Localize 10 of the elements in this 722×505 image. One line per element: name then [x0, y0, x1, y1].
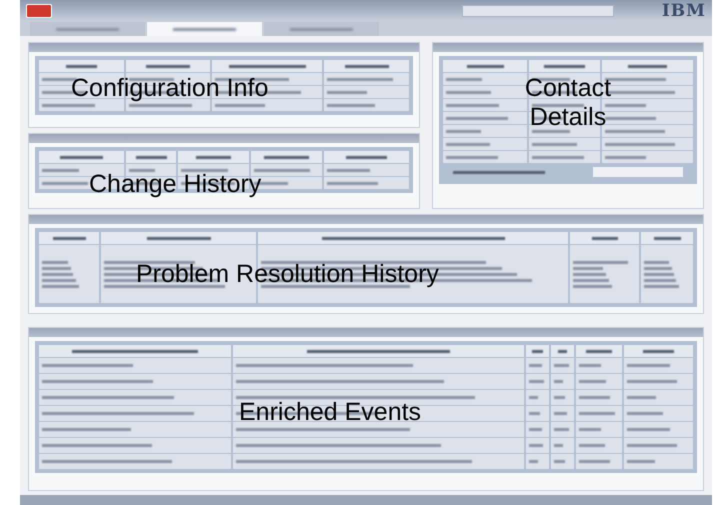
section-label: Change History	[89, 170, 262, 199]
section-label: Configuration Info	[71, 74, 268, 103]
section-label: Contact Details	[524, 74, 612, 132]
brand-logo: IBM	[662, 1, 706, 21]
tab[interactable]	[147, 22, 262, 36]
search-field[interactable]	[462, 5, 614, 17]
tab[interactable]	[264, 22, 379, 36]
section-label: Enriched Events	[239, 398, 422, 427]
section-label: Problem Resolution History	[136, 260, 439, 289]
logo-button[interactable]	[26, 4, 52, 18]
